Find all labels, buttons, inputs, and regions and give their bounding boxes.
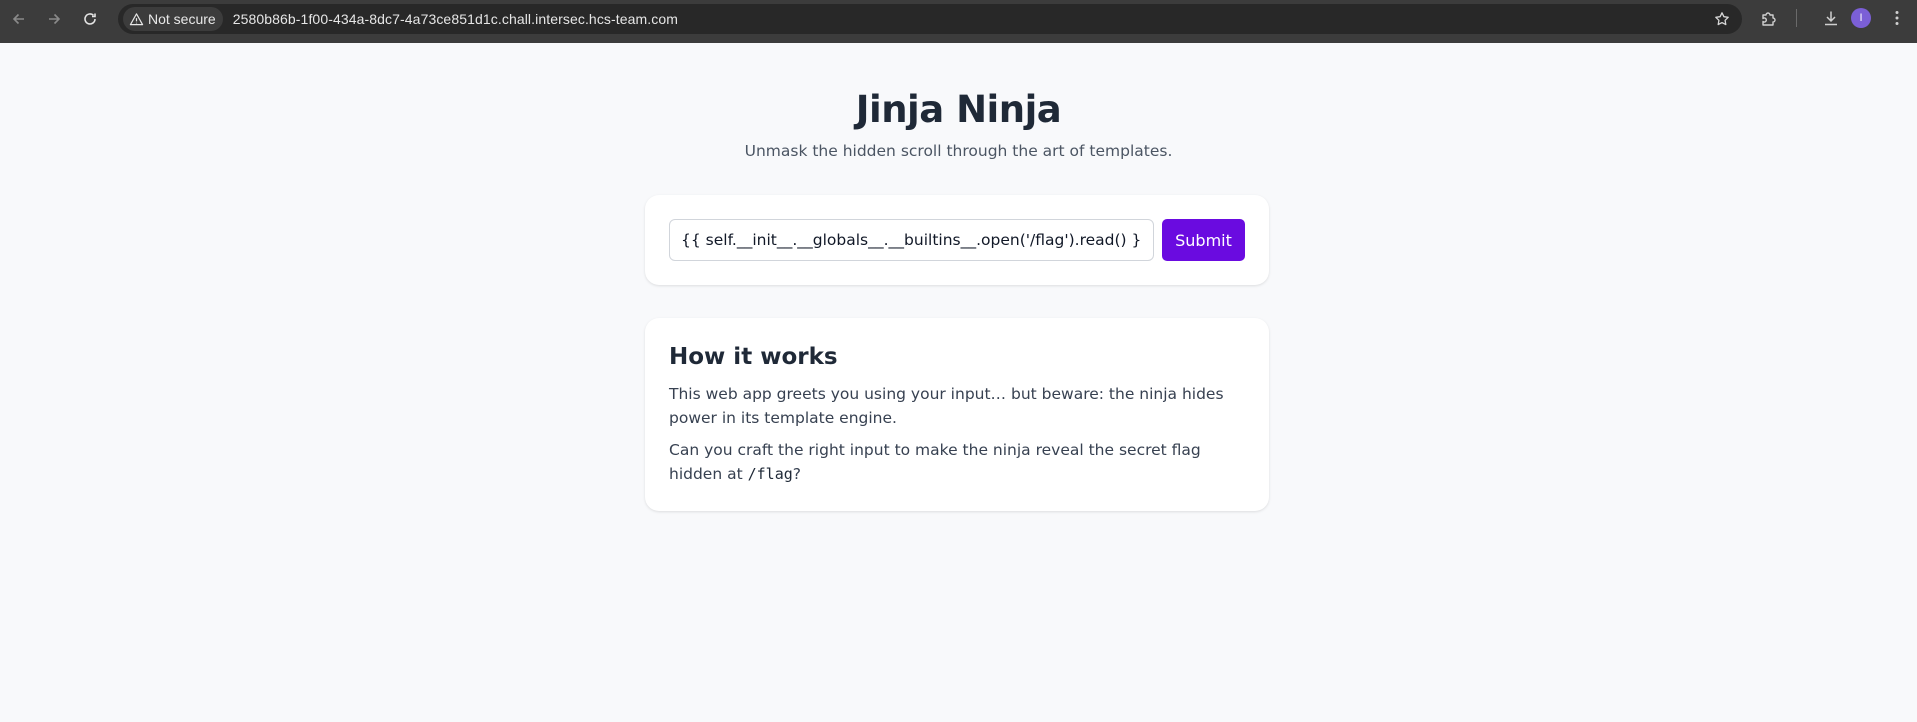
url-text[interactable]: 2580b86b-1f00-434a-8dc7-4a73ce851d1c.cha…: [233, 11, 678, 27]
forward-arrow-icon[interactable]: [37, 2, 71, 36]
browser-toolbar: Not secure 2580b86b-1f00-434a-8dc7-4a73c…: [0, 0, 1917, 43]
menu-kebab-icon[interactable]: [1888, 9, 1906, 27]
star-icon[interactable]: [1714, 11, 1730, 27]
submit-button[interactable]: Submit: [1162, 219, 1245, 261]
extensions-puzzle-icon[interactable]: [1760, 9, 1778, 27]
info-paragraph: This web app greets you using your input…: [669, 385, 1224, 427]
warning-triangle-icon: [129, 12, 144, 25]
page-subtitle: Unmask the hidden scroll through the art…: [744, 142, 1173, 160]
section-heading: How it works: [669, 344, 838, 370]
how-it-works-card: How it works This web app greets you usi…: [645, 318, 1269, 511]
page-title: Jinja Ninja: [855, 88, 1062, 131]
address-bar[interactable]: Not secure 2580b86b-1f00-434a-8dc7-4a73c…: [118, 4, 1742, 34]
reload-icon[interactable]: [73, 2, 107, 36]
template-input[interactable]: [669, 219, 1154, 261]
back-arrow-icon[interactable]: [2, 2, 36, 36]
avatar[interactable]: I: [1851, 8, 1871, 28]
security-label: Not secure: [148, 11, 216, 27]
toolbar-divider: [1796, 9, 1797, 27]
info-paragraph-suffix: ?: [792, 465, 801, 483]
security-indicator[interactable]: Not secure: [123, 7, 223, 31]
info-paragraph-flag: Can you craft the right input to make th…: [669, 438, 1245, 486]
download-icon[interactable]: [1822, 9, 1840, 27]
flag-path-code: /flag: [747, 465, 793, 483]
template-form-card: Submit: [645, 195, 1269, 285]
